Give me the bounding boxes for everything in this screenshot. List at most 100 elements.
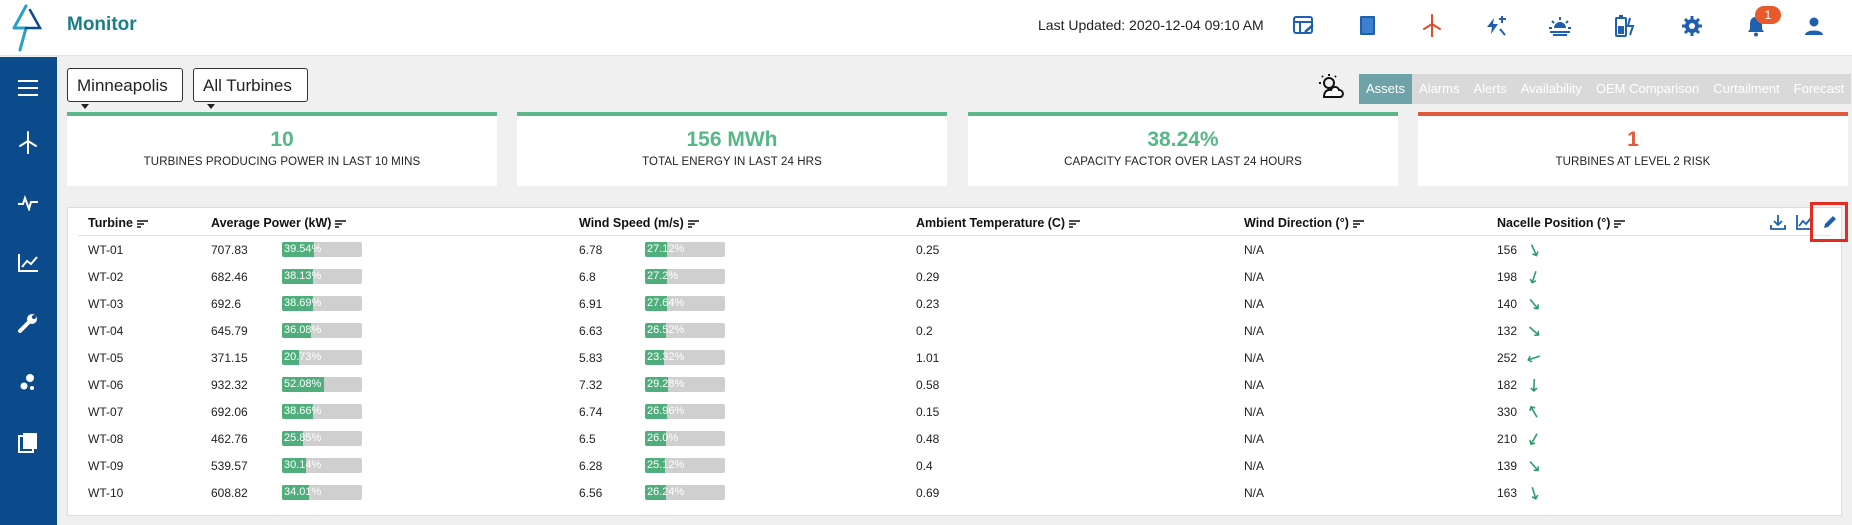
average-power-percent: 36.08% <box>284 324 322 336</box>
average-power-bar: 52.08% <box>282 377 362 392</box>
nacelle-position-value: 252 <box>1497 351 1518 365</box>
table-row[interactable]: WT-07 692.06 38.66% 6.74 26.96% 0.15 N/A 330 <box>68 399 1843 426</box>
battery-icon[interactable] <box>1610 12 1638 40</box>
pulse-icon[interactable] <box>8 183 48 223</box>
tab-curtailment[interactable]: Curtailment <box>1706 74 1787 104</box>
tab-alarms[interactable]: Alarms <box>1412 74 1467 104</box>
user-icon[interactable] <box>1800 12 1828 40</box>
average-power-percent: 30.14% <box>284 459 322 471</box>
kpi-label: CAPACITY FACTOR OVER LAST 24 HOURS <box>1064 156 1302 168</box>
dashboard-icon[interactable] <box>1290 12 1318 40</box>
last-updated-text: Last Updated: 2020-12-04 09:10 AM <box>1038 17 1264 33</box>
wind-speed-bar: 26.52% <box>645 323 725 338</box>
gear-icon[interactable] <box>1678 12 1706 40</box>
chevron-down-icon <box>81 104 89 110</box>
kpi-label: TURBINES AT LEVEL 2 RISK <box>1555 156 1711 168</box>
wind-speed-bar: 25.12% <box>645 458 725 473</box>
table-row[interactable]: WT-09 539.57 30.14% 6.28 25.12% 0.4 N/A 139 <box>68 453 1843 480</box>
nacelle-position-value: 140 <box>1497 297 1518 311</box>
tab-availability[interactable]: Availability <box>1513 74 1589 104</box>
sort-icon[interactable] <box>136 219 148 228</box>
average-power-bar: 20.73% <box>282 350 362 365</box>
chevron-down-icon <box>207 104 215 110</box>
nacelle-direction-arrow-icon <box>1527 355 1540 363</box>
scatter-icon[interactable] <box>8 363 48 403</box>
turbine-id: WT-04 <box>88 324 124 338</box>
wind-speed-percent: 26.24% <box>647 486 685 498</box>
column-header-ambient-temperature[interactable]: Ambient Temperature (C) <box>916 216 1081 230</box>
nacelle-position-value: 132 <box>1497 324 1518 338</box>
table-row[interactable]: WT-05 371.15 20.73% 5.83 23.32% 1.01 N/A 252 <box>68 345 1843 372</box>
turbine-icon[interactable] <box>8 123 48 163</box>
turbine-id: WT-02 <box>88 270 124 284</box>
tab-assets[interactable]: Assets <box>1359 74 1413 104</box>
wrench-icon[interactable] <box>8 303 48 343</box>
table-row[interactable]: WT-06 932.32 52.08% 7.32 29.28% 0.58 N/A 182 <box>68 372 1843 399</box>
library-icon[interactable] <box>8 423 48 463</box>
line-chart-icon[interactable] <box>8 243 48 283</box>
wind-speed-percent: 23.32% <box>647 351 685 363</box>
sort-icon[interactable] <box>1069 219 1081 228</box>
column-header-nacelle-position[interactable]: Nacelle Position (°) <box>1497 216 1626 230</box>
wind-speed-percent: 27.12% <box>647 243 685 255</box>
average-power-percent: 52.08% <box>284 378 322 390</box>
wind-speed-bar: 27.12% <box>645 242 725 257</box>
column-header-turbine[interactable]: Turbine <box>88 216 148 230</box>
download-icon[interactable] <box>1769 213 1787 231</box>
sort-icon[interactable] <box>1614 219 1626 228</box>
sort-icon[interactable] <box>1352 219 1364 228</box>
column-header-wind-speed[interactable]: Wind Speed (m/s) <box>579 216 699 230</box>
sidebar <box>0 57 57 525</box>
table-row[interactable]: WT-10 608.82 34.01% 6.56 26.24% 0.69 N/A 163 <box>68 480 1843 507</box>
ambient-temperature-value: 0.58 <box>916 378 940 392</box>
wind-speed-value: 7.32 <box>579 378 603 392</box>
average-power-value: 692.06 <box>211 405 248 419</box>
nacelle-direction-arrow-icon <box>1529 433 1538 446</box>
average-power-percent: 25.85% <box>284 432 322 444</box>
table-row[interactable]: WT-01 707.83 39.54% 6.78 27.12% 0.25 N/A 156 <box>68 237 1843 264</box>
site-dropdown-label: Minneapolis <box>77 76 168 95</box>
book-icon[interactable] <box>1354 12 1382 40</box>
table-row[interactable]: WT-04 645.79 36.08% 6.63 26.52% 0.2 N/A 132 <box>68 318 1843 345</box>
sort-icon[interactable] <box>335 219 347 228</box>
turbine-table: Turbine Average Power (kW) Wind Speed (m… <box>67 207 1842 516</box>
turbine-id: WT-06 <box>88 378 124 392</box>
average-power-percent: 38.66% <box>284 405 322 417</box>
table-row[interactable]: WT-02 682.46 38.13% 6.8 27.2% 0.29 N/A 198 <box>68 264 1843 291</box>
logo-icon[interactable] <box>6 4 50 52</box>
nacelle-direction-arrow-icon <box>1529 405 1538 418</box>
power-alert-icon[interactable] <box>1482 12 1510 40</box>
wind-direction-value: N/A <box>1244 378 1265 392</box>
tab-forecast[interactable]: Forecast <box>1786 74 1852 104</box>
wind-speed-value: 6.56 <box>579 486 603 500</box>
wind-speed-value: 6.8 <box>579 270 596 284</box>
average-power-value: 608.82 <box>211 486 248 500</box>
tab-oem-comparison[interactable]: OEM Comparison <box>1588 74 1707 104</box>
wind-speed-percent: 29.28% <box>647 378 685 390</box>
weather-icon[interactable] <box>1318 73 1346 101</box>
wind-speed-bar: 29.28% <box>645 377 725 392</box>
site-dropdown[interactable]: Minneapolis <box>67 68 183 110</box>
wind-speed-value: 6.5 <box>579 432 596 446</box>
ambient-temperature-value: 0.4 <box>916 459 933 473</box>
nacelle-position-value: 156 <box>1497 243 1518 257</box>
kpi-card-total-energy: 156 MWh TOTAL ENERGY IN LAST 24 HRS <box>517 112 947 186</box>
tab-alerts[interactable]: Alerts <box>1466 74 1514 104</box>
sunset-icon[interactable] <box>1546 12 1574 40</box>
kpi-value: 38.24% <box>1147 128 1219 151</box>
notification-badge[interactable]: 1 <box>1755 6 1781 24</box>
wind-direction-value: N/A <box>1244 243 1265 257</box>
average-power-bar: 38.13% <box>282 269 362 284</box>
menu-icon[interactable] <box>8 68 48 108</box>
sort-icon[interactable] <box>687 219 699 228</box>
turbine-dropdown-label: All Turbines <box>203 76 292 95</box>
table-row[interactable]: WT-03 692.6 38.69% 6.91 27.64% 0.23 N/A 140 <box>68 291 1843 318</box>
turbine-icon[interactable] <box>1418 12 1446 40</box>
turbine-id: WT-01 <box>88 243 124 257</box>
column-header-wind-direction[interactable]: Wind Direction (°) <box>1244 216 1364 230</box>
column-header-average-power[interactable]: Average Power (kW) <box>211 216 347 230</box>
turbine-dropdown[interactable]: All Turbines <box>193 68 308 110</box>
table-row[interactable]: WT-08 462.76 25.85% 6.5 26.0% 0.48 N/A 210 <box>68 426 1843 453</box>
wind-direction-value: N/A <box>1244 270 1265 284</box>
kpi-card-capacity-factor: 38.24% CAPACITY FACTOR OVER LAST 24 HOUR… <box>968 112 1398 186</box>
